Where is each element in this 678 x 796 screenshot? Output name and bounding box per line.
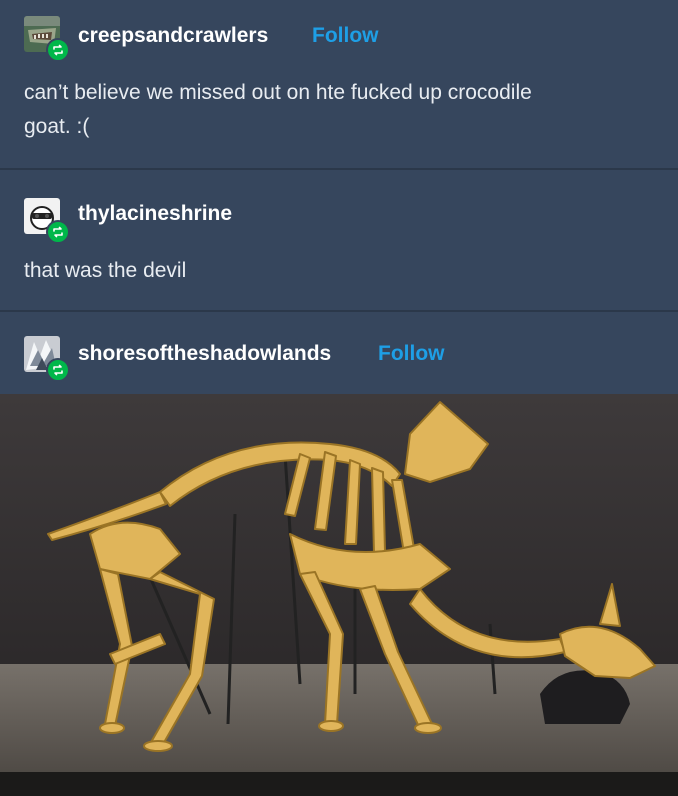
reblog-icon: [46, 358, 70, 382]
username[interactable]: shoresoftheshadowlands: [78, 342, 331, 366]
skeleton-photo: [0, 394, 678, 796]
reblog-icon: [46, 220, 70, 244]
post-2: thylacineshrine that was the devil: [0, 170, 678, 310]
follow-button[interactable]: Follow: [312, 24, 379, 48]
username[interactable]: creepsandcrawlers: [78, 24, 268, 48]
post-text-line: that was the devil: [24, 259, 187, 282]
post-text-line: goat. :(: [24, 115, 90, 138]
follow-button[interactable]: Follow: [378, 342, 445, 366]
post-text-line: can’t believe we missed out on hte fucke…: [24, 81, 532, 104]
reblog-icon: [46, 38, 70, 62]
post-1: creepsandcrawlers Follow can’t believe w…: [0, 0, 678, 168]
username[interactable]: thylacineshrine: [78, 202, 232, 226]
post-3: shoresoftheshadowlands Follow: [0, 312, 678, 394]
